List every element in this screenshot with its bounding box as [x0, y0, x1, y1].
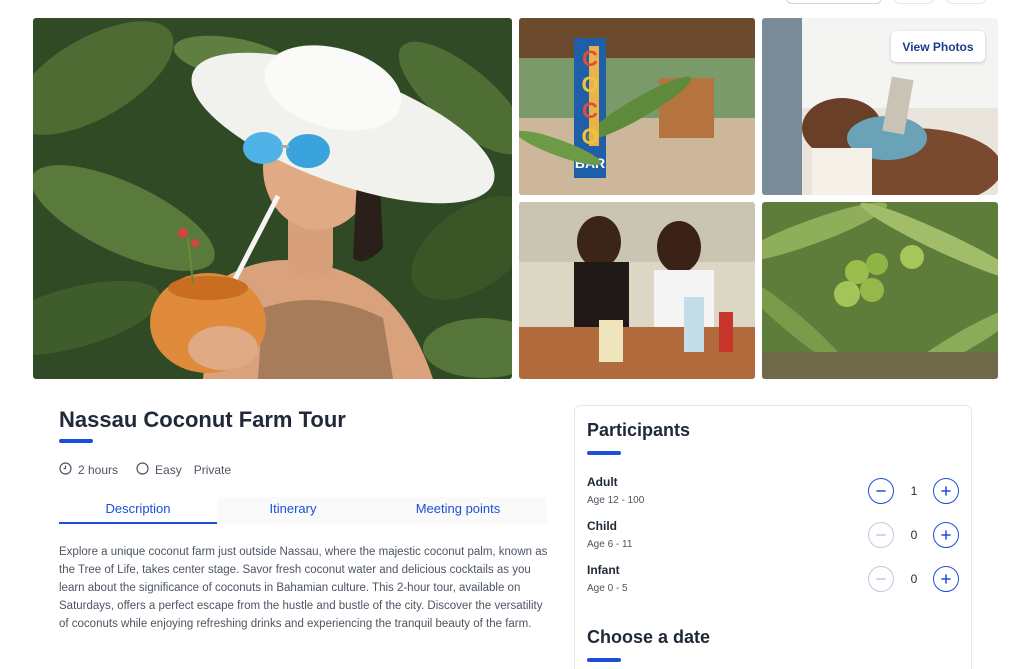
choose-date-title: Choose a date	[587, 627, 711, 647]
favorite-button[interactable]	[946, 0, 986, 4]
tab-description[interactable]: Description	[59, 497, 217, 524]
minus-icon	[876, 490, 886, 492]
plus-icon	[941, 530, 951, 540]
child-increment-button[interactable]	[933, 522, 959, 548]
infant-increment-button[interactable]	[933, 566, 959, 592]
date-accent-bar	[587, 658, 621, 662]
tour-title: Nassau Coconut Farm Tour	[59, 407, 346, 432]
tour-tabs: Description Itinerary Meeting points	[59, 497, 547, 524]
top-action-button[interactable]	[786, 0, 882, 4]
share-button[interactable]	[894, 0, 934, 4]
child-age: Age 6 - 11	[587, 539, 633, 550]
infant-decrement-button[interactable]	[868, 566, 894, 592]
tour-type-text: Private	[193, 463, 232, 477]
infant-label: Infant	[587, 563, 620, 577]
difficulty-text: Easy	[155, 463, 182, 477]
duration-text: 2 hours	[78, 463, 119, 477]
view-photos-button[interactable]: View Photos	[891, 31, 985, 62]
participants-title: Participants	[587, 420, 691, 440]
child-decrement-button[interactable]	[868, 522, 894, 548]
participants-accent-bar	[587, 451, 621, 455]
adult-decrement-button[interactable]	[868, 478, 894, 504]
tab-meeting-points[interactable]: Meeting points	[369, 497, 547, 524]
infant-age: Age 0 - 5	[587, 583, 628, 594]
clock-icon	[59, 462, 72, 478]
coco-sign-letter: O	[581, 72, 598, 97]
minus-icon	[876, 534, 886, 536]
difficulty-circle-icon	[136, 462, 149, 478]
adult-label: Adult	[587, 475, 618, 489]
adult-increment-button[interactable]	[933, 478, 959, 504]
coco-sign-letter: O	[581, 124, 598, 149]
child-label: Child	[587, 519, 617, 533]
adult-age: Age 12 - 100	[587, 495, 645, 506]
tour-meta: 2 hours Easy Private	[59, 462, 243, 478]
title-accent-bar	[59, 439, 93, 443]
coco-sign-letter: C	[582, 46, 598, 71]
tour-description: Explore a unique coconut farm just outsi…	[59, 546, 548, 630]
woman-with-coconut-photo[interactable]	[33, 18, 512, 379]
plus-icon	[941, 574, 951, 584]
coco-bar-photo[interactable]: BAR COCO	[519, 18, 755, 195]
coco-sign-letter: C	[582, 98, 598, 123]
adult-count: 1	[910, 484, 918, 498]
coconut-trees-photo[interactable]	[762, 202, 998, 379]
child-count: 0	[910, 528, 918, 542]
tab-itinerary[interactable]: Itinerary	[217, 497, 369, 524]
infant-count: 0	[910, 572, 918, 586]
minus-icon	[876, 578, 886, 580]
women-at-table-photo[interactable]	[519, 202, 755, 379]
plus-icon	[941, 486, 951, 496]
